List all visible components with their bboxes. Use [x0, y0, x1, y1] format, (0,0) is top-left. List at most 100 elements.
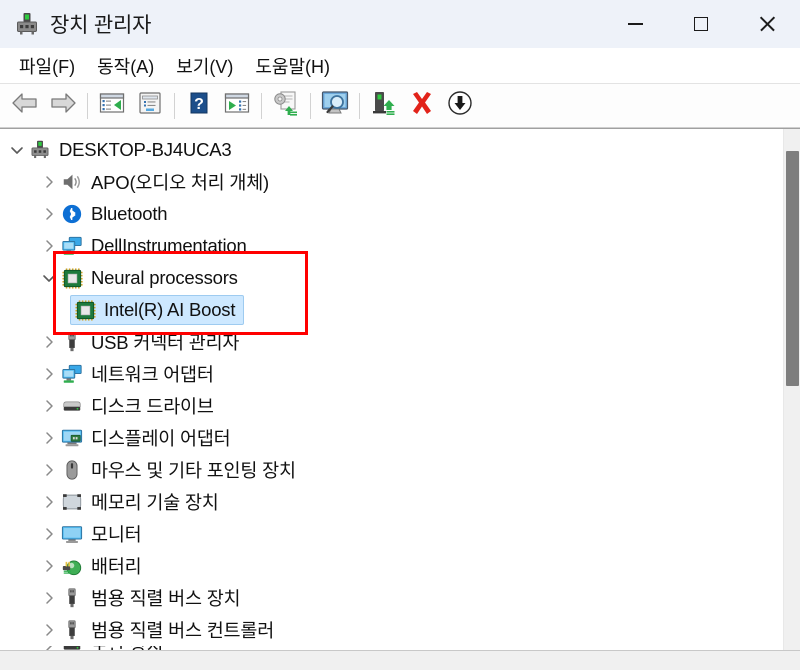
tree-node-display-adapters[interactable]: 디스플레이 어댑터: [0, 422, 783, 454]
monitor-icon: [60, 522, 84, 546]
tree-node-bluetooth[interactable]: Bluetooth: [0, 198, 783, 230]
selected-row-highlight: Intel(R) AI Boost: [70, 295, 245, 325]
tree-node-label: APO(오디오 처리 개체): [91, 172, 270, 193]
update-driver-button[interactable]: [267, 88, 305, 124]
uninstall-device-button[interactable]: [365, 88, 403, 124]
svg-text:?: ?: [194, 96, 204, 113]
close-button[interactable]: [734, 0, 800, 48]
scan-hardware-changes-icon: [320, 90, 350, 121]
maximize-button[interactable]: [668, 0, 734, 48]
device-manager-icon: [14, 11, 40, 37]
vertical-scrollbar[interactable]: [783, 129, 800, 650]
chevron-right-icon[interactable]: [38, 230, 60, 262]
chevron-right-icon[interactable]: [38, 358, 60, 390]
action-menu-button[interactable]: [218, 88, 256, 124]
disable-device-button[interactable]: [441, 88, 479, 124]
update-driver-icon: [272, 90, 300, 121]
chevron-right-icon[interactable]: [38, 454, 60, 486]
device-manager-window: 장치 관리자 파일(F) 동작(A) 보기(V) 도움말(H) ? DESKTO…: [0, 0, 800, 670]
properties-icon: [138, 91, 162, 120]
disk-drive-icon: [60, 646, 84, 650]
usb-icon: [60, 586, 84, 610]
maximize-icon: [694, 17, 708, 31]
tree-node-label: 메모리 기술 장치: [91, 492, 219, 513]
toolbar-separator: [174, 92, 175, 119]
tree-node-label: DESKTOP-BJ4UCA3: [59, 139, 232, 160]
tree-node-dellinstrumentation[interactable]: DellInstrumentation: [0, 230, 783, 262]
remove-device-button[interactable]: [403, 88, 441, 124]
chip-icon: [60, 266, 84, 290]
uninstall-device-green-icon: [371, 90, 397, 121]
tree-node-intel-ai-boost[interactable]: Intel(R) AI Boost: [0, 294, 783, 326]
toolbar-separator: [310, 92, 311, 119]
tree-node-mice-and-pointing-devices[interactable]: 마우스 및 기타 포인팅 장치: [0, 454, 783, 486]
chevron-right-icon[interactable]: [38, 390, 60, 422]
chevron-down-icon[interactable]: [38, 262, 60, 294]
tree-node-neural-processors[interactable]: Neural processors: [0, 262, 783, 294]
tree-node-usb-controllers[interactable]: 범용 직렬 버스 컨트롤러: [0, 614, 783, 646]
tree-node-partial-clipped[interactable]: 보안 장치: [0, 646, 783, 650]
show-hide-console-tree-button[interactable]: [93, 88, 131, 124]
chevron-right-icon[interactable]: [38, 166, 60, 198]
tree-node-label: Neural processors: [91, 267, 238, 288]
tree-node-label: USB 커넥터 관리자: [91, 332, 240, 353]
help-icon: ?: [188, 91, 210, 120]
chevron-right-icon[interactable]: [38, 550, 60, 582]
mouse-icon: [60, 458, 84, 482]
tree-node-computer[interactable]: DESKTOP-BJ4UCA3: [0, 134, 783, 166]
tree-node-label: 모니터: [91, 524, 142, 545]
tree-node-apo[interactable]: APO(오디오 처리 개체): [0, 166, 783, 198]
disk-drive-icon: [60, 394, 84, 418]
disable-device-icon: [447, 90, 473, 121]
tree-node-network-adapters[interactable]: 네트워크 어댑터: [0, 358, 783, 390]
scan-hardware-changes-button[interactable]: [316, 88, 354, 124]
chip-icon: [73, 298, 97, 322]
network-computers-icon: [60, 234, 84, 258]
chevron-right-icon[interactable]: [38, 326, 60, 358]
tree-node-label: 마우스 및 기타 포인팅 장치: [91, 460, 296, 481]
device-tree[interactable]: DESKTOP-BJ4UCA3 APO(오디오 처리 개체) Bluetooth…: [0, 129, 783, 650]
chevron-right-icon[interactable]: [38, 614, 60, 646]
menu-action[interactable]: 동작(A): [86, 50, 165, 82]
display-adapter-icon: [60, 426, 84, 450]
help-button[interactable]: ?: [180, 88, 218, 124]
title-bar: 장치 관리자: [0, 0, 800, 48]
chevron-right-icon[interactable]: [38, 198, 60, 230]
tree-node-label: 디스크 드라이브: [91, 396, 214, 417]
tree-node-batteries[interactable]: 배터리: [0, 550, 783, 582]
tree-node-memory-technology-devices[interactable]: 메모리 기술 장치: [0, 486, 783, 518]
chevron-right-icon[interactable]: [38, 646, 60, 650]
chevron-right-icon[interactable]: [38, 486, 60, 518]
computer-icon: [28, 138, 52, 162]
tree-node-usb-devices[interactable]: 범용 직렬 버스 장치: [0, 582, 783, 614]
tree-node-label: 디스플레이 어댑터: [91, 428, 231, 449]
tree-node-usb-connector-manager[interactable]: USB 커넥터 관리자: [0, 326, 783, 358]
bluetooth-icon: [60, 202, 84, 226]
tree-node-disk-drives[interactable]: 디스크 드라이브: [0, 390, 783, 422]
forward-button[interactable]: [44, 88, 82, 124]
tree-node-label: 보안 장치: [91, 646, 163, 650]
menu-view[interactable]: 보기(V): [165, 50, 244, 82]
menu-help[interactable]: 도움말(H): [244, 50, 341, 82]
chevron-right-icon[interactable]: [38, 422, 60, 454]
chevron-right-icon[interactable]: [38, 518, 60, 550]
back-button[interactable]: [6, 88, 44, 124]
menu-file[interactable]: 파일(F): [8, 50, 86, 82]
device-tree-panel: DESKTOP-BJ4UCA3 APO(오디오 처리 개체) Bluetooth…: [0, 128, 800, 650]
menu-bar: 파일(F) 동작(A) 보기(V) 도움말(H): [0, 48, 800, 84]
chevron-down-icon[interactable]: [6, 134, 28, 166]
scrollbar-thumb[interactable]: [786, 151, 799, 386]
tree-node-monitors[interactable]: 모니터: [0, 518, 783, 550]
window-title: 장치 관리자: [50, 14, 152, 37]
usb-icon: [60, 618, 84, 642]
window-controls: [602, 0, 800, 48]
tree-node-label: 범용 직렬 버스 컨트롤러: [91, 620, 275, 641]
minimize-icon: [627, 23, 643, 25]
toolbar: ?: [0, 84, 800, 128]
forward-arrow-icon: [49, 91, 77, 120]
properties-button[interactable]: [131, 88, 169, 124]
tree-node-label: Intel(R) AI Boost: [104, 299, 236, 320]
chevron-right-icon[interactable]: [38, 582, 60, 614]
tree-node-label: 범용 직렬 버스 장치: [91, 588, 241, 609]
minimize-button[interactable]: [602, 0, 668, 48]
